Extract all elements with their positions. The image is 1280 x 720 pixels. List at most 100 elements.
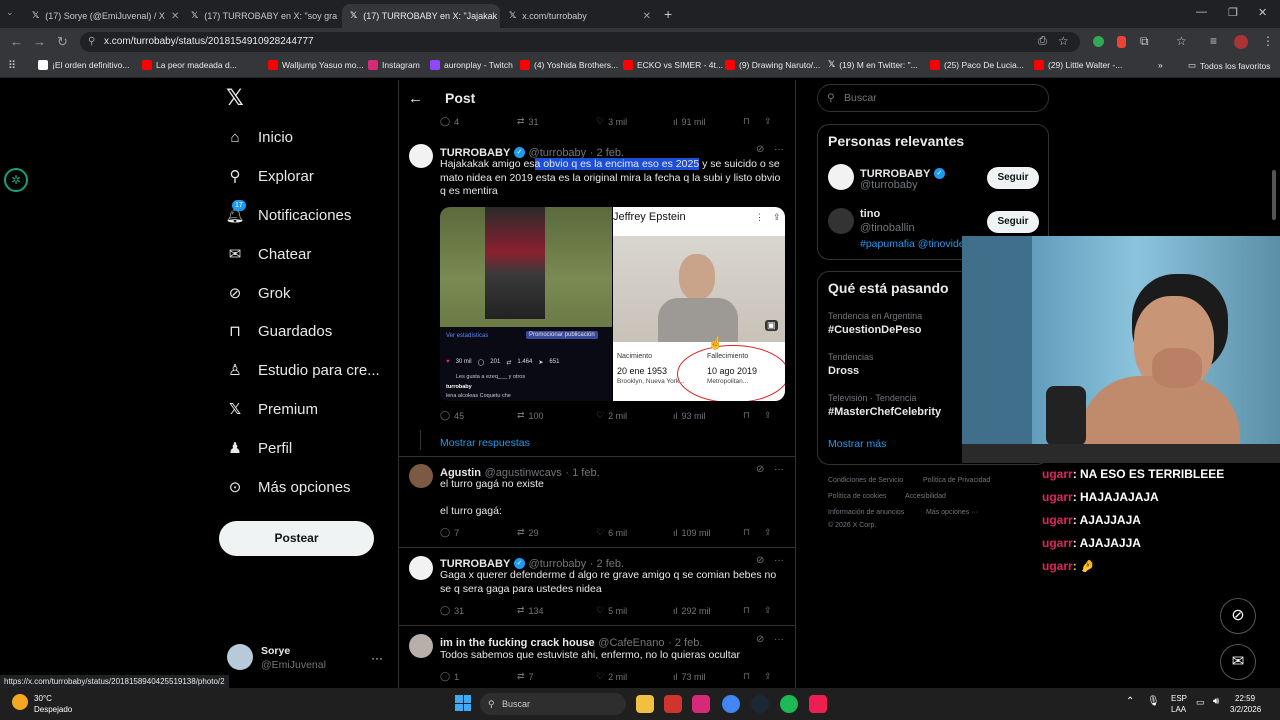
bookmark-button[interactable]: ⊓ <box>743 410 764 421</box>
tweet-handle[interactable]: @CafeEnano <box>598 637 664 649</box>
views-button[interactable]: ıl 91 mil <box>673 117 743 127</box>
more-icon[interactable]: ··· <box>774 555 784 566</box>
back-button[interactable]: ← <box>10 34 23 49</box>
repost-button[interactable]: ⇄ 100 <box>517 410 596 421</box>
sidebar-item-explore[interactable]: ⚲ Explorar <box>226 167 314 186</box>
repost-button[interactable]: ⇄ 134 <box>517 605 596 616</box>
bookmark-item[interactable]: (4) Yoshida Brothers... <box>520 60 618 70</box>
sidebar-item-home[interactable]: ⌂ Inicio <box>226 128 293 146</box>
avatar[interactable] <box>828 164 854 190</box>
grok-float-button[interactable]: ⊘ <box>1220 598 1256 634</box>
show-more-link[interactable]: Mostrar más <box>828 438 886 450</box>
clock-time[interactable]: 22:59 <box>1235 694 1255 703</box>
avatar[interactable] <box>409 556 433 580</box>
reload-button[interactable]: ↻ <box>57 34 68 50</box>
volume-icon[interactable]: 🔊︎ <box>1213 696 1219 707</box>
user-avatar[interactable] <box>227 644 253 670</box>
app-red-icon[interactable] <box>664 695 682 713</box>
bookmark-item[interactable]: 𝕏 (19) M en Twitter: "... <box>828 60 918 70</box>
messages-float-button[interactable]: ✉ <box>1220 644 1256 680</box>
lang-1[interactable]: ESP <box>1171 694 1187 703</box>
repost-button[interactable]: ⇄ 7 <box>517 671 596 682</box>
grok-icon[interactable]: ⊘ <box>756 634 764 645</box>
reply-button[interactable]: ◯ 4 <box>440 116 517 127</box>
follow-button[interactable]: Seguir <box>987 167 1039 189</box>
avatar[interactable] <box>409 464 433 488</box>
bookmark-item[interactable]: (9) Drawing Naruto/... <box>725 60 820 70</box>
person-name[interactable]: tino <box>860 208 880 220</box>
show-replies-link[interactable]: Mostrar respuestas <box>440 437 530 449</box>
lang-2[interactable]: LAA <box>1171 705 1186 714</box>
tweet-date[interactable]: · 2 feb. <box>668 637 702 649</box>
grok-icon[interactable]: ⊘ <box>756 555 764 566</box>
share-button[interactable]: ⇪ <box>764 671 772 682</box>
views-button[interactable]: ıl 109 mil <box>673 528 743 538</box>
trend-item[interactable]: Dross <box>828 365 859 377</box>
sidebar-item-notifications[interactable]: 🔔︎ 17 Notificaciones <box>225 200 351 224</box>
close-icon[interactable]: ✕ <box>643 11 651 22</box>
bookmark-item[interactable]: ECKO vs SIMER - 4t... <box>623 60 723 70</box>
person-bio[interactable]: #papumafia @tinovide <box>860 238 962 250</box>
bookmark-item[interactable]: ¡El orden definitivo... <box>38 60 129 70</box>
monitor-icon[interactable]: ▭ <box>1196 697 1205 708</box>
bookmark-button[interactable]: ⊓ <box>743 116 764 127</box>
reply-button[interactable]: ◯ 1 <box>440 671 517 682</box>
tray-chevron-icon[interactable]: ⌃ <box>1126 696 1134 707</box>
post-button[interactable]: Postear <box>219 521 374 556</box>
close-window-button[interactable]: ✕ <box>1258 6 1267 19</box>
sidebar-item-chat[interactable]: ✉ Chatear <box>226 245 312 264</box>
sidebar-item-creator-studio[interactable]: ♙ Estudio para cre... <box>226 361 379 380</box>
like-button[interactable]: ♡ 2 mil <box>596 410 673 421</box>
bookmark-item[interactable]: Instagram <box>368 60 420 70</box>
instagram-icon[interactable] <box>692 695 710 713</box>
more-icon[interactable]: ··· <box>774 464 784 475</box>
reply-button[interactable]: ◯ 45 <box>440 410 517 421</box>
footer-link[interactable]: Accesibilidad <box>905 493 946 500</box>
sidebar-item-profile[interactable]: ♟ Perfil <box>226 439 292 458</box>
reply-button[interactable]: ◯ 7 <box>440 527 517 538</box>
footer-link[interactable]: Condiciones de Servicio <box>828 477 903 484</box>
reply-button[interactable]: ◯ 31 <box>440 605 517 616</box>
views-button[interactable]: ıl 73 mil <box>673 672 743 682</box>
tab-4[interactable]: 𝕏 x.com/turrobaby ✕ <box>501 4 659 28</box>
page-scrollbar[interactable] <box>1272 170 1276 220</box>
tweet-date[interactable]: · 1 feb. <box>565 467 599 479</box>
sidebar-item-bookmarks[interactable]: ⊓ Guardados <box>226 322 332 341</box>
install-icon[interactable]: ⎙ <box>1038 35 1047 48</box>
chrome-icon[interactable] <box>722 695 740 713</box>
bookmarks-icon[interactable]: ☆ <box>1176 34 1187 48</box>
chatgpt-icon[interactable]: ✲ <box>4 168 28 192</box>
tweet-photo-2[interactable]: Jeffrey Epstein ⋮ ⇪ ▣ Nacimiento 20 ene … <box>613 207 785 401</box>
more-icon[interactable]: ··· <box>774 634 784 645</box>
steam-icon[interactable] <box>751 695 769 713</box>
views-button[interactable]: ıl 93 mil <box>673 411 743 421</box>
apps-icon[interactable]: ⠿ <box>8 59 16 72</box>
account-menu-icon[interactable]: ··· <box>371 651 383 665</box>
bookmark-button[interactable]: ⊓ <box>743 671 764 682</box>
footer-link[interactable]: Más opciones ··· <box>926 509 978 516</box>
follow-button[interactable]: Seguir <box>987 211 1039 233</box>
share-button[interactable]: ⇪ <box>764 527 772 538</box>
star-icon[interactable]: ☆ <box>1058 34 1069 48</box>
close-icon[interactable]: ✕ <box>171 11 179 22</box>
share-button[interactable]: ⇪ <box>764 410 772 421</box>
like-button[interactable]: ♡ 6 mil <box>596 527 673 538</box>
grok-icon[interactable]: ⊘ <box>756 464 764 475</box>
extensions-icon[interactable]: ⧉ <box>1140 34 1149 49</box>
person-name[interactable]: TURROBABY ✓ <box>860 165 945 180</box>
all-bookmarks[interactable]: ▭ Todos los favoritos <box>1188 60 1270 71</box>
start-button[interactable] <box>455 695 471 711</box>
avatar[interactable] <box>409 634 433 658</box>
taskbar-search[interactable]: ⚲ Buscar <box>480 693 626 715</box>
new-tab-button[interactable]: + <box>664 6 672 22</box>
search-input[interactable]: ⚲ Buscar <box>817 84 1049 112</box>
more-icon[interactable]: ··· <box>774 144 784 155</box>
clock-date[interactable]: 3/2/2026 <box>1230 705 1261 714</box>
file-explorer-icon[interactable] <box>636 695 654 713</box>
tab-2[interactable]: 𝕏 (17) TURROBABY en X: "soy gra ✕ <box>183 4 341 28</box>
address-bar[interactable]: ⚲ x.com/turrobaby/status/201815491092824… <box>80 32 1080 52</box>
tab-1[interactable]: 𝕏 (17) Sorye (@EmiJuvenal) / X ✕ <box>24 4 182 28</box>
views-button[interactable]: ıl 292 mil <box>673 606 743 616</box>
footer-link[interactable]: Política de Privacidad <box>923 477 990 484</box>
x-home-logo[interactable]: 𝕏 <box>226 86 244 111</box>
